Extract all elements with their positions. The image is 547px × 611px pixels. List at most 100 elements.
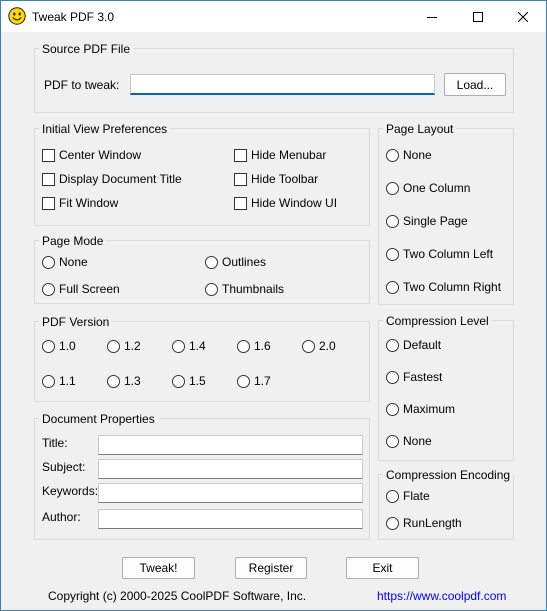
website-link[interactable]: https://www.coolpdf.com <box>377 589 506 603</box>
version-1-3-label: 1.3 <box>124 374 141 388</box>
level-fastest-label: Fastest <box>403 370 443 384</box>
radio-circle <box>42 374 55 388</box>
app-window: Tweak PDF 3.0 Source PDF File PDF to twe… <box>0 0 547 611</box>
encoding-runlength-label: RunLength <box>403 516 462 530</box>
center-window-checkbox[interactable]: Center Window <box>42 148 141 162</box>
author-input[interactable] <box>98 509 363 529</box>
page-mode-group: Page Mode None Outlines Full Screen Thum… <box>34 233 370 304</box>
layout-none-radio[interactable]: None <box>386 148 432 162</box>
version-1-1-label: 1.1 <box>59 374 76 388</box>
radio-circle <box>237 374 250 388</box>
radio-circle <box>386 516 399 530</box>
page-layout-group: Page Layout None One Column Single Page … <box>378 121 514 305</box>
page-mode-thumbnails-label: Thumbnails <box>222 282 285 296</box>
window-title: Tweak PDF 3.0 <box>32 10 115 24</box>
layout-two-column-left-label: Two Column Left <box>403 247 494 261</box>
page-mode-full-screen-label: Full Screen <box>59 282 120 296</box>
radio-circle <box>386 338 399 352</box>
display-document-title-checkbox[interactable]: Display Document Title <box>42 172 182 186</box>
layout-single-page-label: Single Page <box>403 214 468 228</box>
version-1-2-radio[interactable]: 1.2 <box>107 339 141 353</box>
radio-circle <box>172 374 185 388</box>
keywords-label: Keywords: <box>42 484 99 498</box>
radio-circle <box>302 339 315 353</box>
page-mode-none-radio[interactable]: None <box>42 255 88 269</box>
version-1-0-label: 1.0 <box>59 339 76 353</box>
radio-circle <box>386 434 399 448</box>
initial-view-group: Initial View Preferences Center Window D… <box>34 121 370 226</box>
level-none-radio[interactable]: None <box>386 434 432 448</box>
subject-label: Subject: <box>42 460 86 474</box>
page-mode-full-screen-radio[interactable]: Full Screen <box>42 282 120 296</box>
level-default-radio[interactable]: Default <box>386 338 441 352</box>
page-mode-outlines-label: Outlines <box>222 255 267 269</box>
pdf-to-tweak-input[interactable] <box>130 74 435 95</box>
layout-single-page-radio[interactable]: Single Page <box>386 214 468 228</box>
close-icon <box>518 11 528 22</box>
initial-view-group-title: Initial View Preferences <box>39 121 171 137</box>
compression-level-group-title: Compression Level <box>383 313 492 329</box>
document-properties-group-title: Document Properties <box>39 411 158 427</box>
fit-window-checkbox[interactable]: Fit Window <box>42 196 118 210</box>
checkbox-box <box>234 148 247 162</box>
hide-menubar-checkbox[interactable]: Hide Menubar <box>234 148 326 162</box>
checkbox-box <box>234 196 247 210</box>
author-label: Author: <box>42 510 81 524</box>
level-fastest-radio[interactable]: Fastest <box>386 370 442 384</box>
layout-two-column-right-radio[interactable]: Two Column Right <box>386 280 501 294</box>
checkbox-box <box>42 172 55 186</box>
title-input[interactable] <box>98 435 363 455</box>
page-mode-outlines-radio[interactable]: Outlines <box>205 255 266 269</box>
document-properties-group: Document Properties Title: Subject: Keyw… <box>34 411 370 540</box>
radio-circle <box>386 370 399 384</box>
tweak-button[interactable]: Tweak! <box>122 557 195 579</box>
version-1-3-radio[interactable]: 1.3 <box>107 374 141 388</box>
layout-one-column-radio[interactable]: One Column <box>386 181 470 195</box>
compression-encoding-group: Compression Encoding Flate RunLength <box>378 467 514 540</box>
encoding-flate-label: Flate <box>403 489 430 503</box>
minimize-button[interactable] <box>409 1 455 32</box>
version-1-7-label: 1.7 <box>254 374 271 388</box>
compression-level-group: Compression Level Default Fastest Maximu… <box>378 313 514 461</box>
keywords-input[interactable] <box>98 483 363 503</box>
radio-circle <box>386 181 399 195</box>
exit-button[interactable]: Exit <box>346 557 419 579</box>
version-1-1-radio[interactable]: 1.1 <box>42 374 76 388</box>
encoding-runlength-radio[interactable]: RunLength <box>386 516 462 530</box>
layout-two-column-left-radio[interactable]: Two Column Left <box>386 247 493 261</box>
load-button[interactable]: Load... <box>444 73 506 96</box>
hide-toolbar-checkbox[interactable]: Hide Toolbar <box>234 172 318 186</box>
version-1-4-label: 1.4 <box>189 339 206 353</box>
subject-input[interactable] <box>98 459 363 479</box>
version-1-6-radio[interactable]: 1.6 <box>237 339 271 353</box>
page-mode-thumbnails-radio[interactable]: Thumbnails <box>205 282 284 296</box>
radio-circle <box>205 255 218 269</box>
source-pdf-group: Source PDF File PDF to tweak: Load... <box>34 41 514 113</box>
radio-circle <box>386 214 399 228</box>
version-1-6-label: 1.6 <box>254 339 271 353</box>
version-1-2-label: 1.2 <box>124 339 141 353</box>
hide-toolbar-label: Hide Toolbar <box>251 172 319 186</box>
radio-circle <box>386 402 399 416</box>
maximize-button[interactable] <box>455 1 501 32</box>
radio-circle <box>42 255 55 269</box>
pdf-version-group: PDF Version 1.0 1.2 1.4 1.6 2.0 1.1 1.3 … <box>34 314 370 402</box>
level-default-label: Default <box>403 338 442 352</box>
version-1-5-radio[interactable]: 1.5 <box>172 374 206 388</box>
level-maximum-label: Maximum <box>403 402 456 416</box>
title-bar: Tweak PDF 3.0 <box>1 1 546 32</box>
level-maximum-radio[interactable]: Maximum <box>386 402 455 416</box>
smiley-icon <box>8 7 26 25</box>
level-none-label: None <box>403 434 432 448</box>
radio-circle <box>107 374 120 388</box>
version-2-0-radio[interactable]: 2.0 <box>302 339 336 353</box>
version-1-7-radio[interactable]: 1.7 <box>237 374 271 388</box>
radio-circle <box>42 282 55 296</box>
radio-circle <box>172 339 185 353</box>
version-1-0-radio[interactable]: 1.0 <box>42 339 76 353</box>
version-1-4-radio[interactable]: 1.4 <box>172 339 206 353</box>
close-button[interactable] <box>500 1 546 32</box>
hide-window-ui-checkbox[interactable]: Hide Window UI <box>234 196 337 210</box>
register-button[interactable]: Register <box>235 557 307 579</box>
encoding-flate-radio[interactable]: Flate <box>386 489 430 503</box>
